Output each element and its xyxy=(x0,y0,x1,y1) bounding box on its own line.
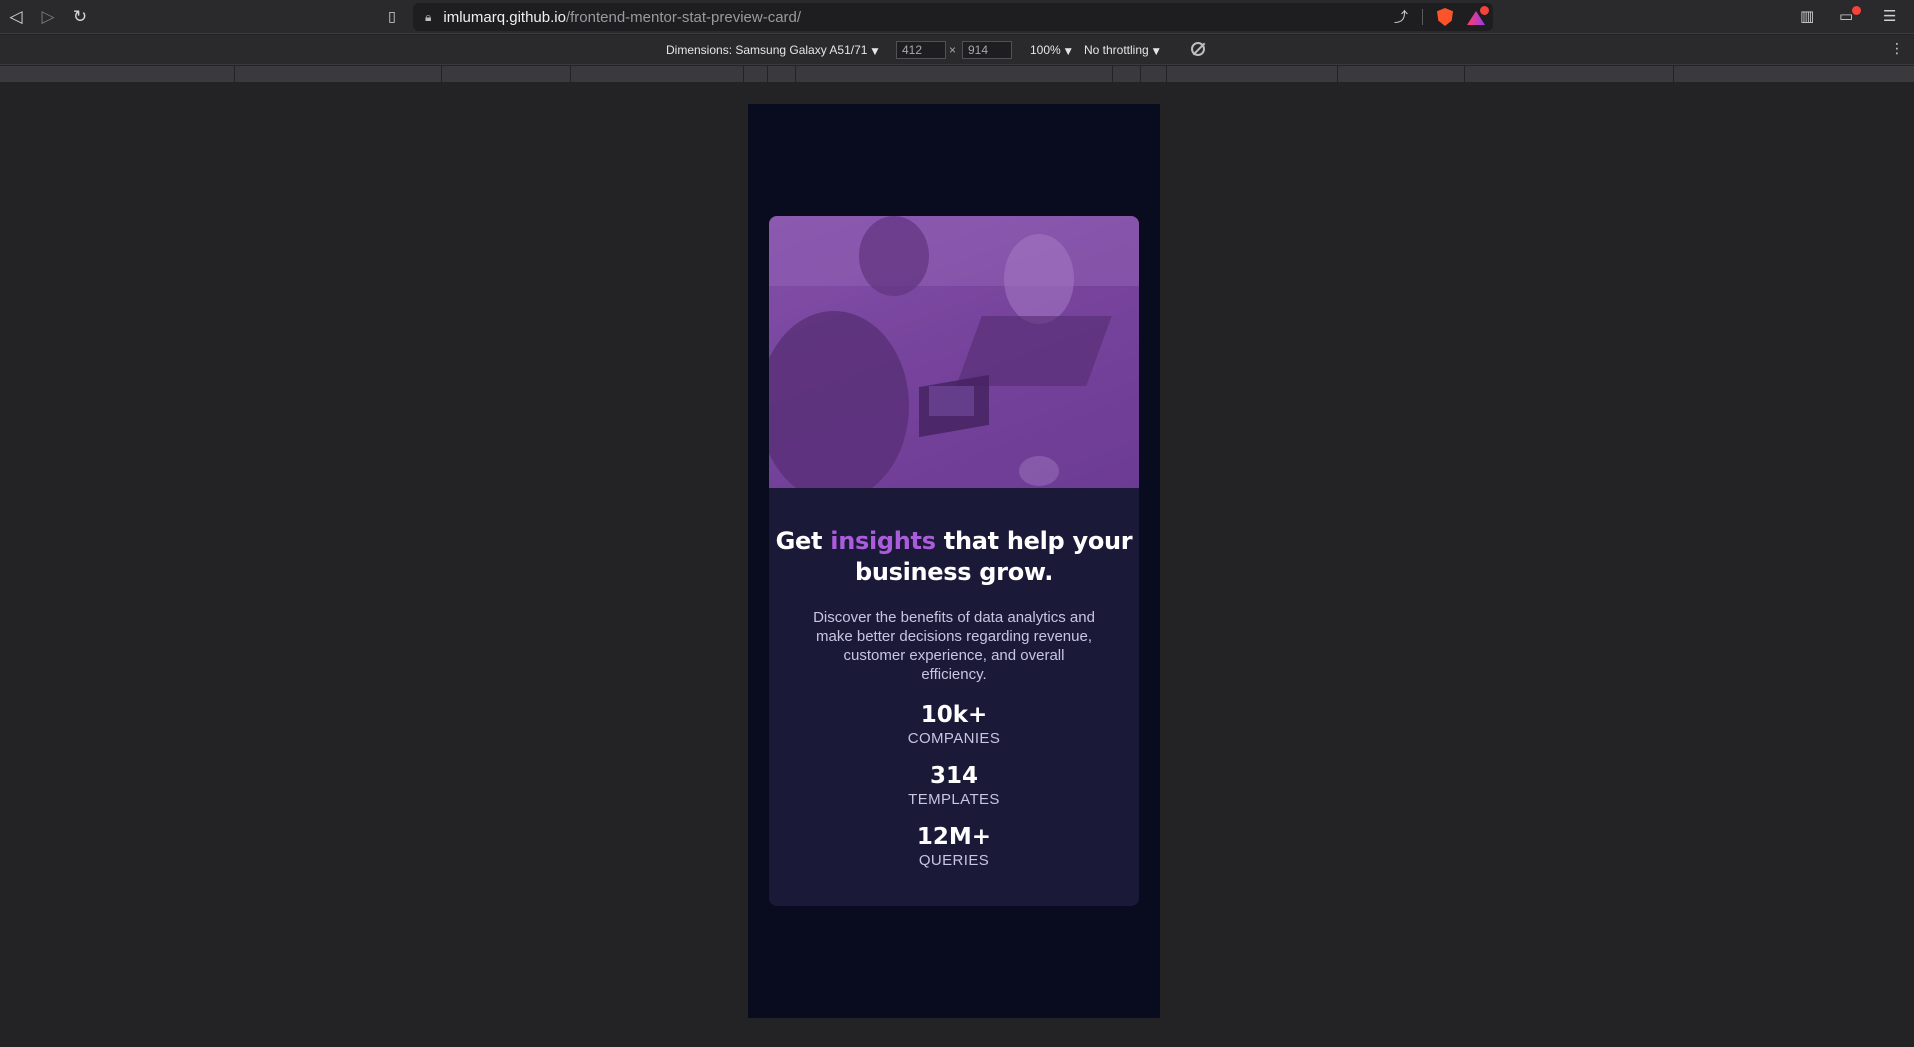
zoom-label: 100% xyxy=(1030,43,1061,57)
stat-templates: 314 TEMPLATES xyxy=(769,762,1139,809)
reload-icon[interactable]: ↻ xyxy=(69,6,91,28)
url-path: /frontend-mentor-stat-preview-card/ xyxy=(565,8,802,26)
brave-shields-icon[interactable] xyxy=(1437,8,1453,26)
divider xyxy=(1422,9,1423,25)
throttle-label: No throttling xyxy=(1084,43,1149,57)
sidebar-toggle-icon[interactable]: ▥ xyxy=(1800,7,1814,25)
more-options-icon[interactable]: ⋮ xyxy=(1890,41,1904,57)
address-bar[interactable]: 🔒︎ imlumarq.github.io/frontend-mentor-st… xyxy=(413,3,1493,31)
chevron-down-icon: ▼ xyxy=(1152,47,1160,57)
hero-image xyxy=(769,216,1139,488)
stat-value: 10k+ xyxy=(920,702,988,728)
card-description: Discover the benefits of data analytics … xyxy=(813,609,1095,683)
zoom-dropdown[interactable]: 100% ▼ xyxy=(1030,43,1072,57)
stat-companies: 10k+ COMPANIES xyxy=(769,701,1139,748)
browser-toolbar: ◁ ▷ ↻ ▯ 🔒︎ imlumarq.github.io/frontend-m… xyxy=(0,0,1914,34)
lock-icon: 🔒︎ xyxy=(425,9,432,24)
stat-value: 12M+ xyxy=(916,824,992,850)
throttle-dropdown[interactable]: No throttling ▼ xyxy=(1084,43,1160,57)
headline-text: Get xyxy=(775,527,831,555)
stat-preview-card: Get insights that help your business gro… xyxy=(769,216,1139,906)
card-headline: Get insights that help your business gro… xyxy=(769,526,1139,588)
device-viewport: Get insights that help your business gro… xyxy=(748,104,1160,1018)
chevron-down-icon: ▼ xyxy=(871,47,879,57)
width-input[interactable]: 412 xyxy=(896,41,946,59)
card-content: Get insights that help your business gro… xyxy=(769,488,1139,870)
forward-arrow-icon[interactable]: ▷ xyxy=(37,6,59,28)
stat-label: TEMPLATES xyxy=(908,791,1000,808)
stat-label: QUERIES xyxy=(918,852,990,869)
notification-dot xyxy=(1852,6,1861,15)
times-sign: × xyxy=(949,43,957,57)
share-icon[interactable]: ⤴ xyxy=(1394,7,1408,27)
url-host: imlumarq.github.io xyxy=(443,8,566,26)
menu-icon[interactable]: ☰ xyxy=(1883,7,1896,25)
stat-value: 314 xyxy=(929,763,978,789)
height-input[interactable]: 914 xyxy=(962,41,1012,59)
device-dropdown[interactable]: Dimensions: Samsung Galaxy A51/71 ▼ xyxy=(666,43,878,57)
stat-queries: 12M+ QUERIES xyxy=(769,823,1139,870)
device-label: Dimensions: Samsung Galaxy A51/71 xyxy=(666,43,868,57)
headline-accent: insights xyxy=(830,527,936,555)
brave-rewards-icon[interactable] xyxy=(1467,6,1489,25)
device-toolbar: Dimensions: Samsung Galaxy A51/71 ▼ 412 ×… xyxy=(0,35,1914,65)
chevron-down-icon: ▼ xyxy=(1064,47,1072,57)
rotate-icon[interactable] xyxy=(1191,42,1205,56)
stat-label: COMPANIES xyxy=(907,730,1001,747)
back-arrow-icon[interactable]: ◁ xyxy=(5,6,27,28)
bookmark-icon[interactable]: ▯ xyxy=(381,6,403,28)
media-query-ruler[interactable] xyxy=(0,66,1914,82)
